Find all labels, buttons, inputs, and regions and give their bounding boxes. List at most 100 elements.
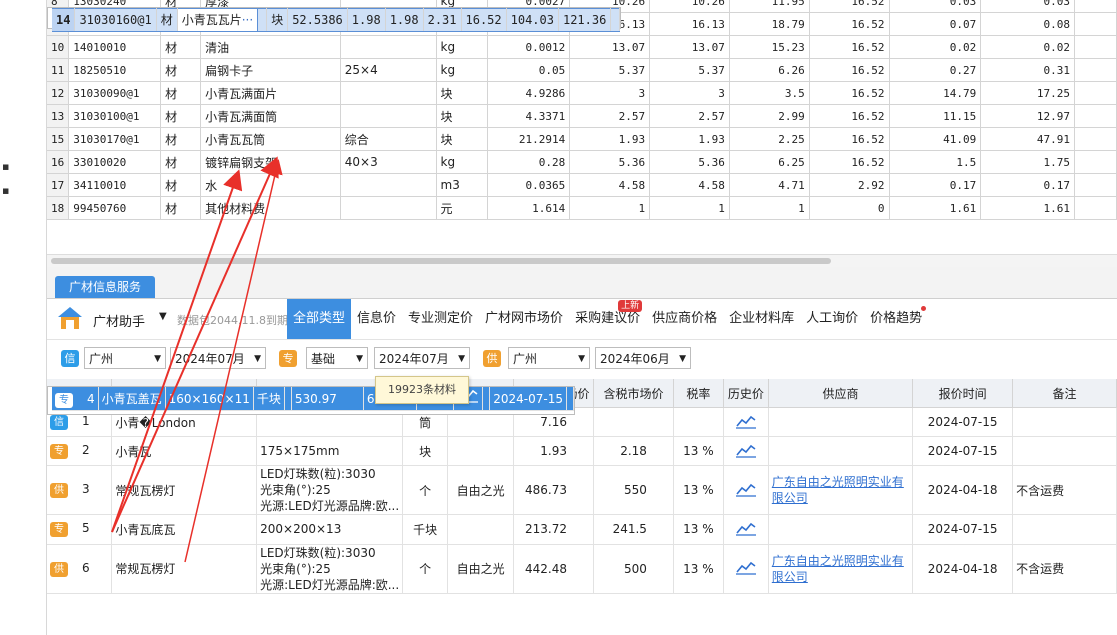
material-row[interactable]: 11 18250510 材扁钢卡子 25×4 kg 0.05 5.37 5.37 6.26 16.… xyxy=(47,58,1117,82)
row-number[interactable]: 11 xyxy=(47,58,70,82)
material-spec[interactable]: 综合 xyxy=(340,128,437,151)
price-cell[interactable]: 13.07 xyxy=(569,35,651,59)
column-header[interactable]: 含税市场价 xyxy=(593,379,674,408)
material-qty[interactable]: 0.0012 xyxy=(487,35,571,59)
price-cell[interactable]: 1.93 xyxy=(569,128,651,151)
price-cell[interactable]: 0.31 xyxy=(980,58,1076,82)
price-cell[interactable]: 0.02 xyxy=(980,35,1076,59)
price-cell[interactable]: 1.93 xyxy=(649,128,730,151)
price-cell[interactable]: 0.02 xyxy=(889,35,982,59)
filler-cell[interactable] xyxy=(1074,128,1117,151)
history-price-cell[interactable] xyxy=(723,515,769,545)
price-cell[interactable]: 11.95 xyxy=(729,0,810,13)
price-cell[interactable]: 14.79 xyxy=(889,81,982,105)
price-cell[interactable]: 5.37 xyxy=(569,58,651,82)
info-month-select[interactable]: 2024年07月 ▼ xyxy=(170,347,266,369)
price-cell[interactable]: 13.07 xyxy=(649,35,730,59)
material-qty[interactable]: 4.9286 xyxy=(487,81,571,105)
price-cell[interactable]: 3 xyxy=(649,81,730,105)
row-number[interactable]: 16 xyxy=(47,150,70,174)
price-cell[interactable]: 6.26 xyxy=(729,58,810,82)
material-spec[interactable] xyxy=(340,173,437,197)
row-number[interactable]: 14 xyxy=(52,8,76,32)
price-cell[interactable]: 15.23 xyxy=(729,35,810,59)
material-spec[interactable]: 40×3 xyxy=(340,150,437,174)
pro-type-select[interactable]: 基础 ▼ xyxy=(306,347,368,369)
material-row[interactable]: 10 14010010 材清油 kg 0.0012 13.07 13.07 15.23 16.5… xyxy=(47,35,1117,59)
material-name[interactable]: 小青瓦瓦片 ··· xyxy=(176,8,259,32)
price-row[interactable]: 专 2 小青瓦 175×175mm 块 1.93 2.18 13 % 2024-07-15 xyxy=(47,436,1117,466)
price-cell[interactable]: 0.27 xyxy=(889,58,982,82)
price-cell[interactable]: 3 xyxy=(569,81,651,105)
filler-cell[interactable] xyxy=(1074,35,1117,59)
material-name[interactable]: 水 xyxy=(200,173,341,197)
material-code[interactable]: 31030160@1 xyxy=(74,8,157,32)
brand-label[interactable]: 广材助手 xyxy=(93,311,145,330)
material-type[interactable]: 材 xyxy=(160,196,202,220)
price-result-grid[interactable]: 序号材料名称规格型号单位品牌不含税市场价含税市场价税率历史价供应商报价时间备注 … xyxy=(47,379,1117,635)
material-spec[interactable] xyxy=(340,81,437,105)
material-code[interactable]: 31030090@1 xyxy=(68,81,162,105)
scrollbar-thumb[interactable] xyxy=(51,258,831,264)
price-cell[interactable]: 41.09 xyxy=(889,128,982,151)
material-qty[interactable]: 0.05 xyxy=(487,58,571,82)
filler-cell[interactable] xyxy=(1074,12,1117,36)
material-spec[interactable]: 25×4 xyxy=(340,58,437,82)
column-header[interactable]: 历史价 xyxy=(723,379,769,408)
nav-item[interactable]: 采购建议价 上新 xyxy=(569,299,646,339)
material-qty[interactable]: 21.2914 xyxy=(487,128,571,151)
price-row[interactable]: 供 6 常规瓦楞灯 LED灯珠数(粒):3030 光束角(°):25 光源:LED灯光源品… xyxy=(47,544,1117,594)
price-cell[interactable]: 4.58 xyxy=(569,173,651,197)
price-cell[interactable]: 6.25 xyxy=(729,150,810,174)
price-cell[interactable]: 4.71 xyxy=(729,173,810,197)
material-name[interactable]: 镀锌扁钢支架 xyxy=(200,150,341,174)
price-cell[interactable]: 1 xyxy=(649,196,730,220)
column-header[interactable]: 报价时间 xyxy=(912,379,1014,408)
row-number[interactable]: 15 xyxy=(47,128,70,151)
filler-cell[interactable] xyxy=(1074,150,1117,174)
material-type[interactable]: 材 xyxy=(160,81,202,105)
material-unit[interactable]: 块 xyxy=(266,8,289,32)
row-number[interactable]: 12 xyxy=(47,81,70,105)
chevron-down-icon[interactable]: ▼ xyxy=(159,311,167,322)
material-name[interactable]: 小青瓦瓦筒 xyxy=(200,128,341,151)
filler-cell[interactable] xyxy=(1074,58,1117,82)
filler-cell[interactable] xyxy=(1074,81,1117,105)
price-cell[interactable]: 1.98 xyxy=(347,8,386,32)
material-name[interactable]: 扁钢卡子 xyxy=(200,58,341,82)
price-row[interactable]: 专 5 小青瓦底瓦 200×200×13 千块 213.72 241.5 13 % 2024-0… xyxy=(47,515,1117,545)
price-cell[interactable]: 0.03 xyxy=(980,0,1076,13)
splitter[interactable] xyxy=(47,267,1117,275)
material-spec[interactable] xyxy=(340,35,437,59)
pro-month-select[interactable]: 2024年07月 ▼ xyxy=(374,347,470,369)
material-row[interactable]: 17 34110010 材水 m3 0.0365 4.58 4.58 4.71 2.92 0.17… xyxy=(47,173,1117,197)
price-row[interactable]: 专4小青瓦盖瓦160×160×11千块530.9760013 %2024-07-… xyxy=(47,386,576,415)
material-type[interactable]: 材 xyxy=(160,128,202,151)
price-cell[interactable]: 16.52 xyxy=(809,12,890,36)
price-cell[interactable]: 5.37 xyxy=(649,58,730,82)
price-cell[interactable]: 2.57 xyxy=(649,104,730,128)
row-number[interactable]: 17 xyxy=(47,173,70,197)
price-cell[interactable]: 2.57 xyxy=(569,104,651,128)
price-cell[interactable]: 5.36 xyxy=(569,150,651,174)
price-cell[interactable]: 16.13 xyxy=(649,12,730,36)
history-price-cell[interactable] xyxy=(723,544,769,594)
price-cell[interactable]: 0.08 xyxy=(980,12,1076,36)
material-qty[interactable]: 1.614 xyxy=(487,196,571,220)
price-cell[interactable]: 16.52 xyxy=(809,150,890,174)
material-grid[interactable]: 8 13030240 材厚漆 kg 0.0027 10.26 10.26 11.95 16.52… xyxy=(47,0,1117,254)
material-row[interactable]: 14 31030160@1 材小青瓦瓦片 ··· 块 52.5386 1.98 1.98 2.3… xyxy=(47,7,622,32)
material-row[interactable]: 12 31030090@1 材小青瓦满面片块 4.9286 3 3 3.5 16.52 14.7… xyxy=(47,81,1117,105)
material-unit[interactable]: 块 xyxy=(436,81,489,105)
price-cell[interactable]: 2.99 xyxy=(729,104,810,128)
price-cell[interactable]: 16.52 xyxy=(461,8,507,32)
price-cell[interactable]: 16.52 xyxy=(809,128,890,151)
row-number[interactable]: 18 xyxy=(47,196,70,220)
filler-cell[interactable] xyxy=(1074,196,1117,220)
material-qty[interactable]: 4.3371 xyxy=(487,104,571,128)
material-name[interactable]: 清油 xyxy=(200,35,341,59)
edit-value[interactable]: 小青瓦瓦片 xyxy=(182,13,242,27)
price-cell[interactable]: 2.92 xyxy=(809,173,890,197)
filler-cell[interactable] xyxy=(1074,0,1117,13)
price-cell[interactable]: 0.03 xyxy=(889,0,982,13)
